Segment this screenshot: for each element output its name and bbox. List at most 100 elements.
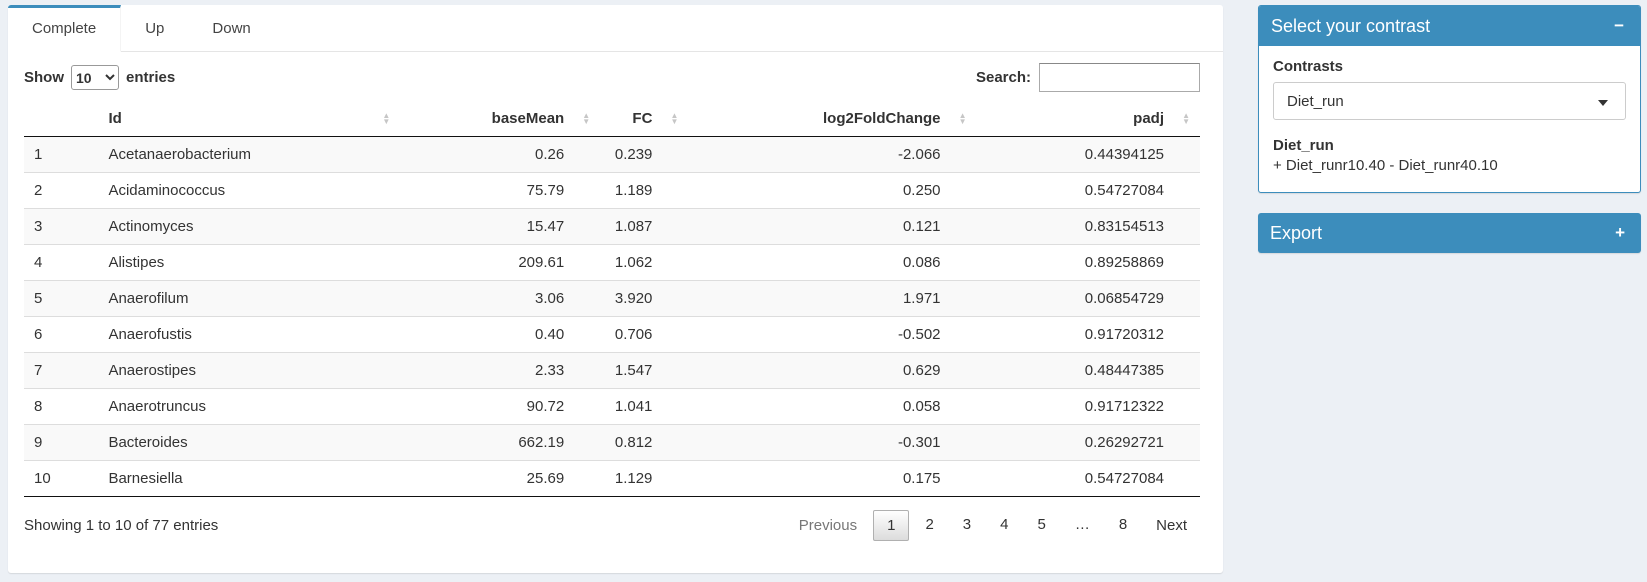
cell-log2foldchange: 0.086 <box>688 245 976 281</box>
search-label: Search: <box>976 69 1031 86</box>
tab-down[interactable]: Down <box>188 5 274 51</box>
search-control: Search: <box>976 63 1200 92</box>
cell-padj: 0.48447385 <box>977 353 1200 389</box>
cell-id: Anaerotruncus <box>100 389 400 425</box>
table-row[interactable]: 7Anaerostipes2.331.5470.6290.48447385 <box>24 353 1200 389</box>
header-padj[interactable]: padj ▲▼ <box>977 101 1200 137</box>
cell-basemean: 662.19 <box>400 425 600 461</box>
header-basemean[interactable]: baseMean ▲▼ <box>400 101 600 137</box>
cell-rownum: 8 <box>24 389 100 425</box>
cell-basemean: 90.72 <box>400 389 600 425</box>
cell-id: Alistipes <box>100 245 400 281</box>
cell-id: Barnesiella <box>100 461 400 497</box>
cell-padj: 0.91712322 <box>977 389 1200 425</box>
cell-id: Anaerofustis <box>100 317 400 353</box>
sort-icon: ▲▼ <box>382 113 390 125</box>
cell-rownum: 4 <box>24 245 100 281</box>
page-button-3[interactable]: 3 <box>950 510 984 541</box>
data-table-wrapper: Id ▲▼ baseMean ▲▼ FC ▲▼ log2FoldChange <box>8 101 1223 497</box>
collapse-icon[interactable]: − <box>1610 16 1628 36</box>
cell-rownum: 2 <box>24 173 100 209</box>
page-number-buttons: 12345…8 <box>870 510 1140 541</box>
page-button-8[interactable]: 8 <box>1106 510 1140 541</box>
contrast-detail-formula: + Diet_runr10.40 - Diet_runr40.10 <box>1273 156 1626 176</box>
page-button-2[interactable]: 2 <box>912 510 946 541</box>
cell-log2foldchange: 0.058 <box>688 389 976 425</box>
sort-icon: ▲▼ <box>959 113 967 125</box>
chevron-down-icon <box>1598 100 1608 106</box>
table-row[interactable]: 6Anaerofustis0.400.706-0.5020.91720312 <box>24 317 1200 353</box>
cell-rownum: 10 <box>24 461 100 497</box>
table-row[interactable]: 5Anaerofilum3.063.9201.9710.06854729 <box>24 281 1200 317</box>
cell-padj: 0.06854729 <box>977 281 1200 317</box>
header-fc-label: FC <box>632 110 652 127</box>
cell-log2foldchange: 0.121 <box>688 209 976 245</box>
cell-rownum: 3 <box>24 209 100 245</box>
sort-icon: ▲▼ <box>1182 113 1190 125</box>
cell-log2foldchange: 0.629 <box>688 353 976 389</box>
cell-padj: 0.44394125 <box>977 137 1200 173</box>
table-row[interactable]: 2Acidaminococcus75.791.1890.2500.5472708… <box>24 173 1200 209</box>
cell-fc: 1.087 <box>600 209 688 245</box>
search-input[interactable] <box>1039 63 1200 92</box>
table-info: Showing 1 to 10 of 77 entries <box>24 517 218 534</box>
header-id[interactable]: Id ▲▼ <box>100 101 400 137</box>
cell-fc: 1.189 <box>600 173 688 209</box>
pagination: Previous 12345…8 Next <box>783 510 1200 541</box>
header-log2foldchange-label: log2FoldChange <box>823 110 941 127</box>
export-panel-title: Export <box>1270 222 1322 244</box>
results-box: Complete Up Down Show 10 entries Search: <box>8 5 1223 573</box>
cell-rownum: 5 <box>24 281 100 317</box>
table-header-row: Id ▲▼ baseMean ▲▼ FC ▲▼ log2FoldChange <box>24 101 1200 137</box>
cell-log2foldchange: 0.175 <box>688 461 976 497</box>
cell-fc: 0.812 <box>600 425 688 461</box>
cell-fc: 0.706 <box>600 317 688 353</box>
header-id-label: Id <box>108 110 121 127</box>
page-button-4[interactable]: 4 <box>987 510 1021 541</box>
page-length-select[interactable]: 10 <box>71 65 119 90</box>
table-row[interactable]: 8Anaerotruncus90.721.0410.0580.91712322 <box>24 389 1200 425</box>
export-panel-header[interactable]: Export + <box>1258 213 1641 253</box>
header-fc[interactable]: FC ▲▼ <box>600 101 688 137</box>
page: Complete Up Down Show 10 entries Search: <box>0 0 1647 573</box>
table-row[interactable]: 4Alistipes209.611.0620.0860.89258869 <box>24 245 1200 281</box>
table-row[interactable]: 9Bacteroides662.190.812-0.3010.26292721 <box>24 425 1200 461</box>
table-footer: Showing 1 to 10 of 77 entries Previous 1… <box>8 497 1223 541</box>
cell-basemean: 3.06 <box>400 281 600 317</box>
expand-icon[interactable]: + <box>1611 223 1629 243</box>
page-button-5[interactable]: 5 <box>1024 510 1058 541</box>
cell-padj: 0.54727084 <box>977 461 1200 497</box>
cell-basemean: 0.40 <box>400 317 600 353</box>
contrasts-label: Contrasts <box>1273 58 1626 75</box>
header-basemean-label: baseMean <box>492 110 565 127</box>
cell-fc: 1.129 <box>600 461 688 497</box>
cell-log2foldchange: -0.502 <box>688 317 976 353</box>
previous-page-button[interactable]: Previous <box>786 511 870 540</box>
table-body: 1Acetanaerobacterium0.260.239-2.0660.443… <box>24 137 1200 497</box>
cell-basemean: 2.33 <box>400 353 600 389</box>
cell-id: Bacteroides <box>100 425 400 461</box>
table-row[interactable]: 1Acetanaerobacterium0.260.239-2.0660.443… <box>24 137 1200 173</box>
tab-up[interactable]: Up <box>121 5 188 51</box>
cell-padj: 0.54727084 <box>977 173 1200 209</box>
cell-rownum: 7 <box>24 353 100 389</box>
table-row[interactable]: 10Barnesiella25.691.1290.1750.54727084 <box>24 461 1200 497</box>
header-log2foldchange[interactable]: log2FoldChange ▲▼ <box>688 101 976 137</box>
cell-basemean: 0.26 <box>400 137 600 173</box>
next-page-button[interactable]: Next <box>1143 511 1200 540</box>
page-button-1[interactable]: 1 <box>873 510 909 541</box>
right-sidebar: Select your contrast − Contrasts Diet_ru… <box>1258 5 1641 253</box>
table-row[interactable]: 3Actinomyces15.471.0870.1210.83154513 <box>24 209 1200 245</box>
contrast-select[interactable]: Diet_run <box>1273 82 1626 120</box>
tab-bar: Complete Up Down <box>8 5 1223 52</box>
cell-rownum: 9 <box>24 425 100 461</box>
tab-complete[interactable]: Complete <box>8 5 121 52</box>
cell-fc: 1.041 <box>600 389 688 425</box>
cell-id: Anaerostipes <box>100 353 400 389</box>
cell-fc: 3.920 <box>600 281 688 317</box>
contrast-select-value: Diet_run <box>1287 93 1344 110</box>
results-table: Id ▲▼ baseMean ▲▼ FC ▲▼ log2FoldChange <box>24 101 1200 497</box>
contrast-panel: Select your contrast − Contrasts Diet_ru… <box>1258 5 1641 193</box>
cell-padj: 0.91720312 <box>977 317 1200 353</box>
contrast-panel-title: Select your contrast <box>1271 15 1430 37</box>
